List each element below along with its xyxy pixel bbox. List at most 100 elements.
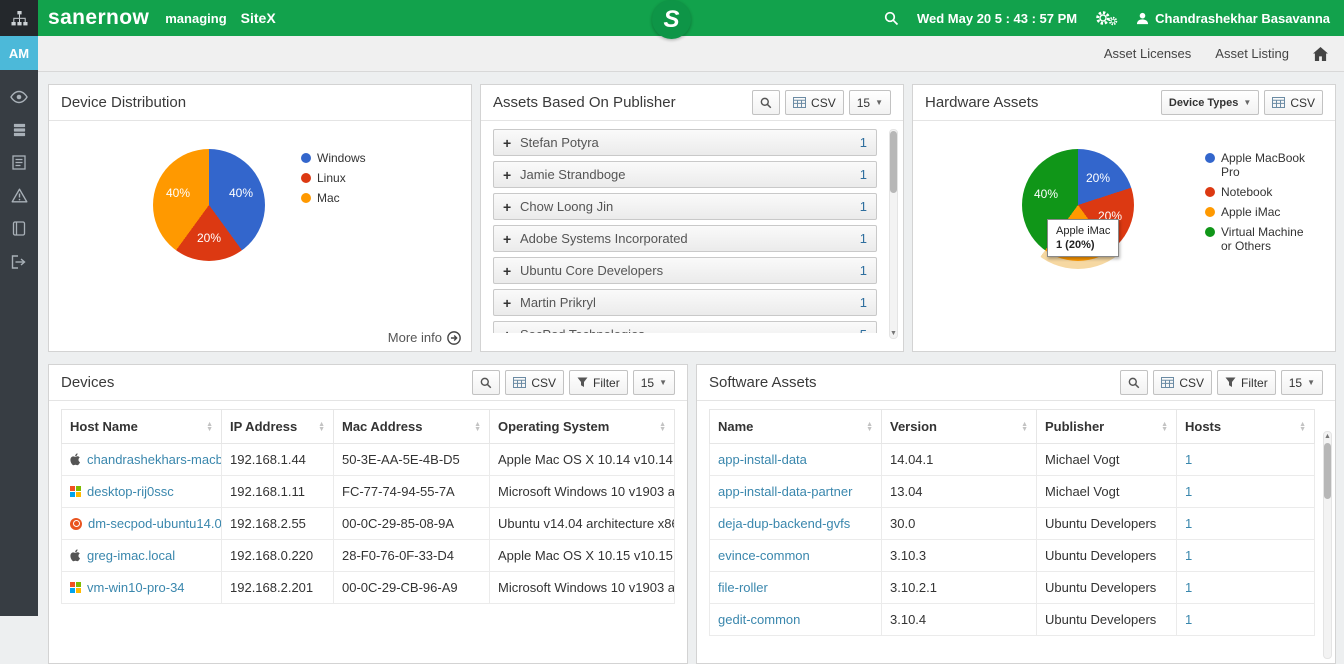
scrollbar[interactable]: ▲: [1323, 431, 1332, 659]
search-button[interactable]: [472, 370, 500, 395]
publisher-row[interactable]: +Jamie Strandboge1: [493, 161, 877, 188]
os-cell: Ubuntu v14.04 architecture x86_64: [490, 508, 675, 540]
module-badge-am[interactable]: AM: [0, 36, 38, 70]
pie-slice-label: 20%: [1086, 171, 1110, 185]
logout-icon[interactable]: [0, 245, 38, 278]
journal-book-icon[interactable]: [0, 212, 38, 245]
publisher-row[interactable]: +Martin Prikryl1: [493, 289, 877, 316]
publisher-row[interactable]: +SecPod Technologies5: [493, 321, 877, 333]
scrollbar[interactable]: ▼: [889, 129, 898, 339]
nav-link-asset-licenses[interactable]: Asset Licenses: [1104, 46, 1191, 61]
host-link[interactable]: desktop-rij0ssc: [87, 484, 174, 499]
software-link[interactable]: app-install-data-partner: [718, 484, 852, 499]
publisher-row[interactable]: +Ubuntu Core Developers1: [493, 257, 877, 284]
publisher-row[interactable]: +Stefan Potyra1: [493, 129, 877, 156]
column-header-publisher[interactable]: Publisher▲▼: [1037, 410, 1177, 444]
page-size-select[interactable]: 15▼: [633, 370, 675, 395]
table-row: file-roller 3.10.2.1 Ubuntu Developers 1: [710, 572, 1315, 604]
expand-plus-icon[interactable]: +: [503, 167, 520, 183]
device-distribution-pie-chart[interactable]: 40% 20% 40%: [153, 149, 265, 261]
host-link[interactable]: vm-win10-pro-34: [87, 580, 185, 595]
column-header-operating-system[interactable]: Operating System▲▼: [490, 410, 675, 444]
expand-plus-icon[interactable]: +: [503, 135, 520, 151]
visibility-eye-icon[interactable]: [0, 80, 38, 113]
legend-item-virtual-machine[interactable]: Virtual Machine or Others: [1205, 225, 1317, 253]
search-button[interactable]: [752, 90, 780, 115]
column-header-hosts[interactable]: Hosts▲▼: [1177, 410, 1315, 444]
asset-count[interactable]: 1: [860, 263, 867, 278]
software-link[interactable]: app-install-data: [718, 452, 807, 467]
csv-export-button[interactable]: CSV: [785, 90, 844, 115]
sitemap-menu-icon[interactable]: [0, 0, 38, 36]
filter-button[interactable]: Filter: [569, 370, 628, 395]
hosts-count-link[interactable]: 1: [1185, 548, 1192, 563]
chart-legend: Apple MacBook Pro Notebook Apple iMac Vi…: [1205, 151, 1317, 259]
sort-icon: ▲▼: [474, 422, 481, 432]
home-icon[interactable]: [1313, 47, 1328, 61]
hosts-count-link[interactable]: 1: [1185, 452, 1192, 467]
asset-count[interactable]: 5: [860, 327, 867, 333]
publisher-row[interactable]: +Chow Loong Jin1: [493, 193, 877, 220]
expand-plus-icon[interactable]: +: [503, 263, 520, 279]
legend-item-windows[interactable]: Windows: [301, 151, 366, 165]
settings-gears-icon[interactable]: [1095, 10, 1118, 26]
legend-dot: [1205, 227, 1215, 237]
page-size-select[interactable]: 15▼: [1281, 370, 1323, 395]
search-icon[interactable]: [884, 11, 899, 26]
expand-plus-icon[interactable]: +: [503, 295, 520, 311]
column-header-host-name[interactable]: Host Name▲▼: [62, 410, 222, 444]
nav-link-asset-listing[interactable]: Asset Listing: [1215, 46, 1289, 61]
site-name[interactable]: SiteX: [241, 10, 276, 26]
legend-item-notebook[interactable]: Notebook: [1205, 185, 1317, 199]
asset-count[interactable]: 1: [860, 231, 867, 246]
expand-plus-icon[interactable]: +: [503, 199, 520, 215]
expand-plus-icon[interactable]: +: [503, 231, 520, 247]
hosts-count-link[interactable]: 1: [1185, 580, 1192, 595]
asset-count[interactable]: 1: [860, 135, 867, 150]
software-link[interactable]: gedit-common: [718, 612, 800, 627]
column-header-mac-address[interactable]: Mac Address▲▼: [334, 410, 490, 444]
asset-count[interactable]: 1: [860, 199, 867, 214]
asset-count[interactable]: 1: [860, 295, 867, 310]
csv-export-button[interactable]: CSV: [1264, 90, 1323, 115]
brand-logo[interactable]: sanernow: [48, 6, 149, 30]
filter-button[interactable]: Filter: [1217, 370, 1276, 395]
column-header-version[interactable]: Version▲▼: [882, 410, 1037, 444]
software-link[interactable]: evince-common: [718, 548, 810, 563]
scroll-up-arrow[interactable]: ▲: [1324, 432, 1331, 441]
search-button[interactable]: [1120, 370, 1148, 395]
legend-item-macbook-pro[interactable]: Apple MacBook Pro: [1205, 151, 1317, 179]
asset-count[interactable]: 1: [860, 167, 867, 182]
csv-export-button[interactable]: CSV: [505, 370, 564, 395]
csv-export-button[interactable]: CSV: [1153, 370, 1212, 395]
scrollbar-thumb[interactable]: [890, 131, 897, 193]
assets-stack-icon[interactable]: [0, 113, 38, 146]
report-list-icon[interactable]: [0, 146, 38, 179]
scroll-down-arrow[interactable]: ▼: [890, 329, 897, 338]
software-link[interactable]: deja-dup-backend-gvfs: [718, 516, 850, 531]
assets-by-publisher-panel: Assets Based On Publisher CSV 15▼ +Stefa…: [480, 84, 904, 352]
legend-dot: [301, 153, 311, 163]
user-menu[interactable]: Chandrashekhar Basavanna: [1136, 11, 1330, 26]
software-link[interactable]: file-roller: [718, 580, 768, 595]
os-cell: Microsoft Windows 10 v1903 archite...: [490, 476, 675, 508]
publisher-cell: Ubuntu Developers: [1037, 540, 1177, 572]
host-link[interactable]: greg-imac.local: [87, 548, 175, 563]
host-link[interactable]: chandrashekhars-macb...: [87, 452, 222, 467]
more-info-link[interactable]: More info: [388, 330, 461, 345]
column-header-ip-address[interactable]: IP Address▲▼: [222, 410, 334, 444]
hosts-count-link[interactable]: 1: [1185, 484, 1192, 499]
column-header-name[interactable]: Name▲▼: [710, 410, 882, 444]
legend-item-linux[interactable]: Linux: [301, 171, 366, 185]
legend-item-mac[interactable]: Mac: [301, 191, 366, 205]
device-types-select[interactable]: Device Types▼: [1161, 90, 1259, 115]
publisher-row[interactable]: +Adobe Systems Incorporated1: [493, 225, 877, 252]
host-link[interactable]: dm-secpod-ubuntu14.04: [88, 516, 222, 531]
page-size-select[interactable]: 15▼: [849, 90, 891, 115]
scrollbar-thumb[interactable]: [1324, 443, 1331, 499]
expand-plus-icon[interactable]: +: [503, 327, 520, 334]
hosts-count-link[interactable]: 1: [1185, 612, 1192, 627]
legend-item-apple-imac[interactable]: Apple iMac: [1205, 205, 1317, 219]
hosts-count-link[interactable]: 1: [1185, 516, 1192, 531]
alerts-warning-icon[interactable]: [0, 179, 38, 212]
